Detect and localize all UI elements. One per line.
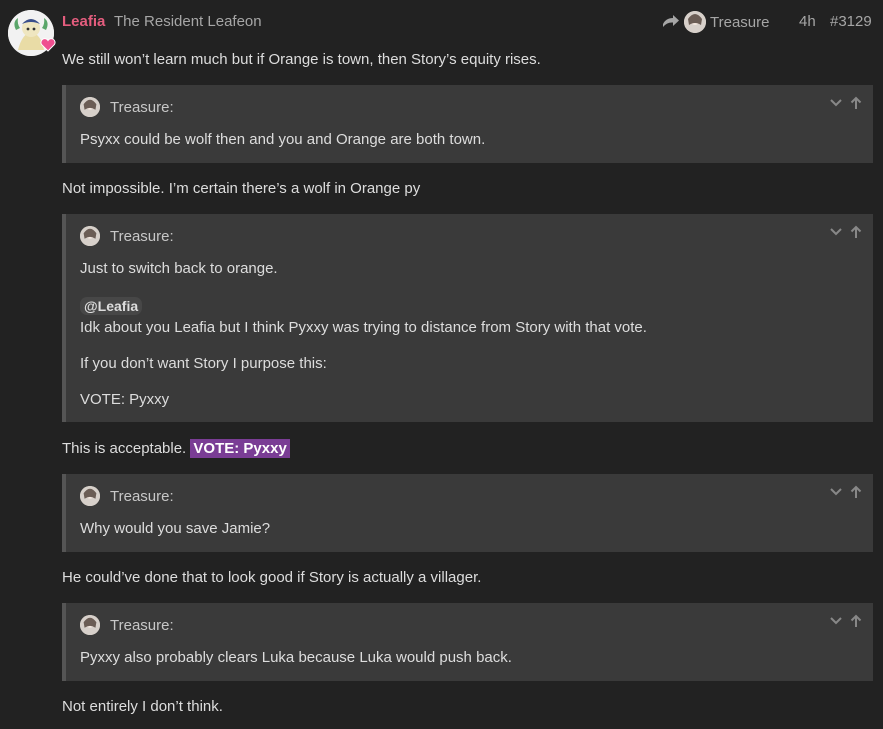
paragraph: Not entirely I don’t think.	[62, 698, 223, 715]
quote-text: Just to switch back to orange.	[80, 260, 278, 277]
quote-block: Treasure: Why would you save Jamie?	[62, 474, 873, 552]
quote-author: Treasure:	[110, 98, 174, 116]
chevron-down-icon[interactable]	[829, 225, 843, 239]
quote-title[interactable]: Treasure:	[80, 226, 174, 246]
quote-block: Treasure: Pyxxy also probably clears Luk…	[62, 603, 873, 681]
author-name[interactable]: Leafia	[62, 13, 105, 30]
chevron-down-icon[interactable]	[829, 485, 843, 499]
quote-text: Pyxxy also probably clears Luka because …	[80, 649, 512, 666]
post-number[interactable]: #3129	[830, 13, 872, 30]
quote-avatar	[80, 615, 100, 635]
quote-author: Treasure:	[110, 487, 174, 505]
quote-text: Idk about you Leafia but I think Pyxxy w…	[80, 319, 647, 336]
quote-avatar	[80, 226, 100, 246]
quote-controls	[829, 225, 863, 239]
reply-to-name: Treasure	[710, 13, 770, 31]
reply-to-avatar	[684, 11, 706, 33]
vote-highlight: VOTE: Pyxxy	[190, 439, 290, 458]
quote-text: VOTE: Pyxxy	[80, 391, 170, 408]
paragraph: This is acceptable. VOTE: Pyxxy	[62, 439, 290, 459]
quote-block: Treasure: Psyxx could be wolf then and y…	[62, 85, 873, 163]
reply-to-link[interactable]: Treasure	[662, 10, 769, 34]
quote-title[interactable]: Treasure:	[80, 97, 174, 117]
paragraph: Not impossible. I’m certain there’s a wo…	[62, 180, 421, 197]
arrow-up-icon[interactable]	[849, 485, 863, 499]
post-header: Leafia The Resident Leafeon Treasure 4h …	[62, 10, 873, 34]
quote-avatar	[80, 97, 100, 117]
quote-avatar	[80, 486, 100, 506]
paragraph-text: This is acceptable.	[62, 440, 187, 457]
quote-text: Psyxx could be wolf then and you and Ora…	[80, 131, 486, 148]
paragraph: We still won’t learn much but if Orange …	[62, 51, 541, 68]
reply-arrow-icon	[663, 15, 679, 27]
arrow-up-icon[interactable]	[849, 225, 863, 239]
user-mention[interactable]: @Leafia	[80, 297, 143, 315]
chevron-down-icon[interactable]	[829, 96, 843, 110]
quote-controls	[829, 614, 863, 628]
quote-text: If you don’t want Story I purpose this:	[80, 355, 327, 372]
quote-block: Treasure: Just to switch back to orange.…	[62, 214, 873, 422]
quote-mention-line: @Leafia	[80, 296, 143, 317]
quote-title[interactable]: Treasure:	[80, 486, 174, 506]
post-time[interactable]: 4h	[799, 13, 816, 30]
heart-icon	[40, 38, 56, 52]
arrow-up-icon[interactable]	[849, 96, 863, 110]
quote-controls	[829, 485, 863, 499]
quote-author: Treasure:	[110, 616, 174, 634]
chevron-down-icon[interactable]	[829, 614, 843, 628]
quote-title[interactable]: Treasure:	[80, 615, 174, 635]
quote-text: Why would you save Jamie?	[80, 520, 271, 537]
quote-author: Treasure:	[110, 227, 174, 245]
arrow-up-icon[interactable]	[849, 614, 863, 628]
paragraph: He could’ve done that to look good if St…	[62, 569, 482, 586]
forum-post: Leafia The Resident Leafeon Treasure 4h …	[0, 0, 883, 729]
author-title: The Resident Leafeon	[114, 13, 262, 30]
quote-controls	[829, 96, 863, 110]
